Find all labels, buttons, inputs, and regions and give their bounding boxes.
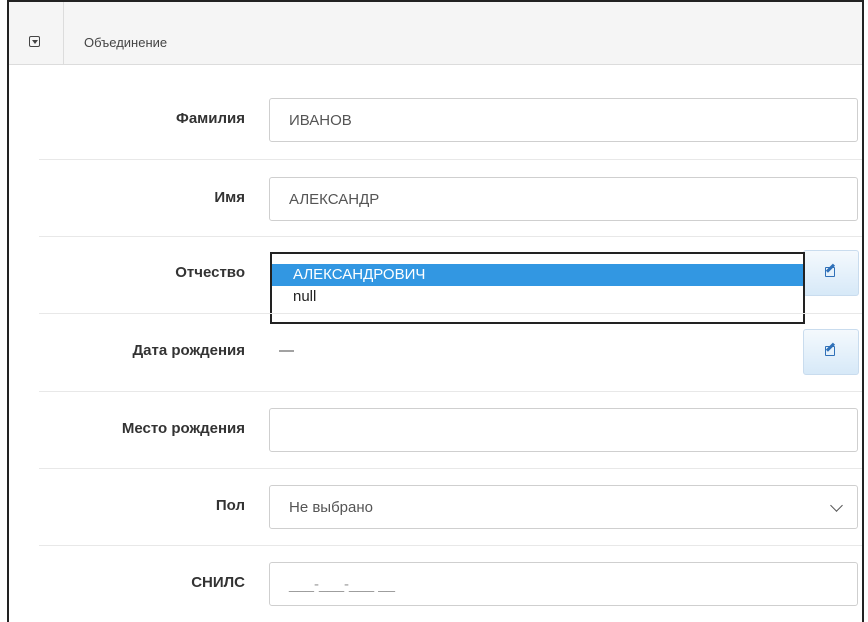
snils-field[interactable]: ___-___-___ __ [269, 562, 858, 606]
birth-date-edit-button[interactable] [803, 329, 859, 375]
patronymic-edit-button[interactable] [803, 250, 859, 296]
surname-label: Фамилия [176, 110, 245, 127]
panel-title: Объединение [84, 35, 168, 50]
gender-label: Пол [215, 497, 245, 514]
panel-header: Объединение [9, 2, 862, 65]
row-divider [39, 545, 862, 546]
patronymic-label: Отчество [175, 264, 245, 281]
row-divider [39, 468, 862, 469]
birth-date-label: Дата рождения [132, 342, 245, 359]
row-divider [39, 159, 862, 160]
collapse-toggle[interactable] [9, 2, 64, 64]
merge-panel: Объединение Фамилия ИВАНОВ Имя АЛЕКСАНДР… [7, 0, 864, 622]
name-field[interactable]: АЛЕКСАНДР [269, 177, 858, 221]
name-label: Имя [214, 189, 245, 206]
collapse-icon[interactable] [29, 36, 40, 47]
birth-date-value: — [279, 342, 294, 359]
row-divider [39, 236, 862, 237]
birth-place-label: Место рождения [121, 420, 245, 437]
patronymic-option[interactable]: null [272, 286, 803, 308]
edit-icon [825, 346, 835, 356]
chevron-down-icon [830, 499, 843, 512]
surname-field[interactable]: ИВАНОВ [269, 98, 858, 142]
gender-select[interactable]: Не выбрано [269, 485, 858, 529]
patronymic-option[interactable]: АЛЕКСАНДРОВИЧ [272, 264, 803, 286]
edit-icon [825, 267, 835, 277]
snils-label: СНИЛС [191, 574, 245, 591]
row-divider [39, 391, 862, 392]
gender-selected-value: Не выбрано [289, 499, 373, 516]
birth-place-field[interactable] [269, 408, 858, 452]
row-divider [39, 313, 862, 314]
